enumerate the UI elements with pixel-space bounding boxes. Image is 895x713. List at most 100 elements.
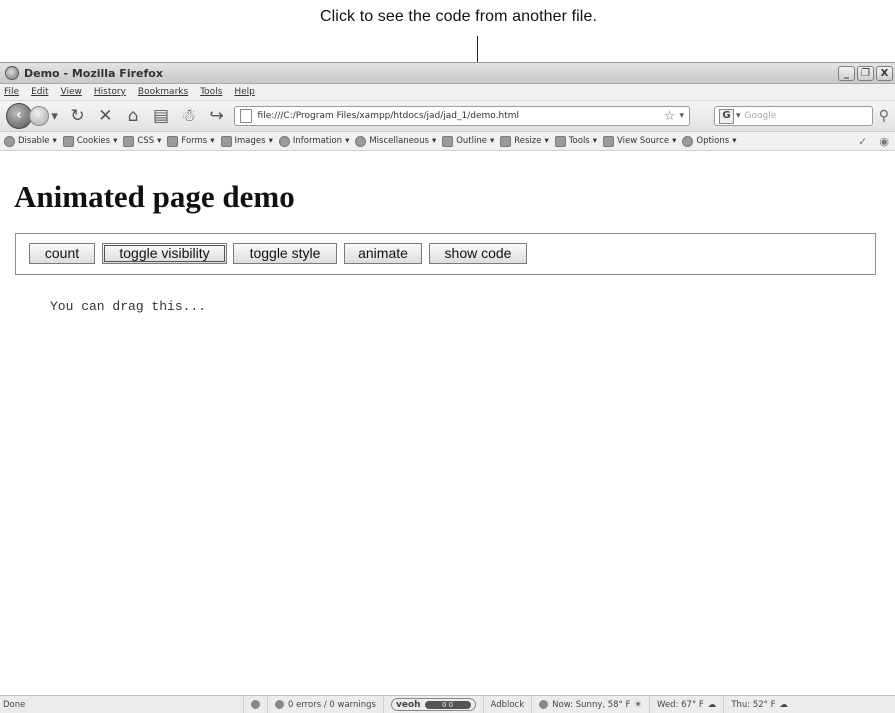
weather-wed-label: Wed: 67° F xyxy=(657,699,704,710)
weather-now-label: Now: Sunny, 58° F xyxy=(552,699,631,710)
outline-icon xyxy=(442,135,454,147)
view-source-icon xyxy=(603,135,615,147)
addon-icon[interactable]: ☃ xyxy=(178,106,200,126)
share-icon[interactable]: ↪ xyxy=(206,106,228,126)
weather-thu-label: Thu: 52° F xyxy=(731,699,776,710)
draggable-text[interactable]: You can drag this... xyxy=(50,299,206,314)
cloud-icon-2: ☁ xyxy=(779,699,789,710)
devbar-css-label: CSS xyxy=(137,136,155,146)
status-icon-tools[interactable] xyxy=(243,696,267,713)
veoh-counts: 0 0 xyxy=(424,700,471,709)
animate-button[interactable]: animate xyxy=(344,243,422,264)
title-bar: Demo - Mozilla Firefox _ ❐ X xyxy=(0,63,895,84)
cloud-icon: ☁ xyxy=(707,699,717,710)
minimize-button[interactable]: _ xyxy=(838,65,855,81)
menu-view[interactable]: View xyxy=(61,87,82,97)
devbar-resize[interactable]: Resize ▾ xyxy=(500,135,549,147)
menu-file[interactable]: File xyxy=(4,87,19,97)
devbar-information[interactable]: Information ▾ xyxy=(278,135,349,147)
home-icon[interactable]: ⌂ xyxy=(122,106,144,126)
annotation-callout: Click to see the code from another file. xyxy=(319,8,598,25)
url-text[interactable]: file:///C:/Program Files/xampp/htdocs/ja… xyxy=(258,111,664,121)
devbar-disable[interactable]: Disable ▾ xyxy=(4,135,57,147)
toggle-visibility-button[interactable]: toggle visibility xyxy=(102,243,227,264)
count-button[interactable]: count xyxy=(29,243,95,264)
window-controls: _ ❐ X xyxy=(838,65,893,81)
devbar-cookies[interactable]: Cookies ▾ xyxy=(62,135,117,147)
devbar-resize-label: Resize xyxy=(514,136,542,146)
sun-icon: ☀ xyxy=(634,699,643,710)
css-status-icon[interactable]: ◉ xyxy=(879,135,889,148)
status-errors[interactable]: 0 errors / 0 warnings xyxy=(267,696,383,713)
status-errors-label: 0 errors / 0 warnings xyxy=(288,699,376,710)
menu-help[interactable]: Help xyxy=(234,87,255,97)
status-bar: Done 0 errors / 0 warnings veoh 0 0 Adbl… xyxy=(0,695,895,713)
veoh-label: veoh xyxy=(395,699,421,710)
devbar-view-source[interactable]: View Source ▾ xyxy=(603,135,676,147)
page-icon xyxy=(239,109,252,123)
devbar-disable-label: Disable xyxy=(18,136,50,146)
status-veoh[interactable]: veoh 0 0 xyxy=(382,696,483,713)
firefox-icon xyxy=(5,66,19,80)
bookmark-star-icon[interactable]: ☆ xyxy=(664,109,676,124)
search-placeholder: Google xyxy=(744,111,777,121)
search-icon[interactable]: ⚲ xyxy=(879,108,889,124)
cookies-icon xyxy=(62,135,74,147)
veoh-widget[interactable]: veoh 0 0 xyxy=(390,698,476,711)
back-button[interactable]: ‹ xyxy=(6,103,32,129)
devbar-options[interactable]: Options ▾ xyxy=(682,135,736,147)
stop-icon[interactable]: ✕ xyxy=(94,106,116,126)
devbar-forms-label: Forms xyxy=(181,136,208,146)
css-icon xyxy=(123,135,135,147)
devbar-css[interactable]: CSS ▾ xyxy=(123,135,161,147)
toggle-style-button[interactable]: toggle style xyxy=(233,243,337,264)
history-dropdown-icon[interactable]: ▾ xyxy=(49,109,61,124)
restore-button[interactable]: ❐ xyxy=(857,65,874,81)
devbar-status-icons: ✓ ◉ xyxy=(858,135,889,148)
devbar-cookies-label: Cookies xyxy=(76,136,111,146)
devbar-view-source-label: View Source xyxy=(617,136,670,146)
status-weather-wed[interactable]: Wed: 67° F ☁ xyxy=(649,696,723,713)
reload-icon[interactable]: ↻ xyxy=(67,106,89,126)
url-dropdown-icon[interactable]: ▾ xyxy=(679,111,684,121)
images-icon xyxy=(220,135,232,147)
options-icon xyxy=(682,135,694,147)
weather-globe-icon xyxy=(539,700,549,709)
devbar-outline[interactable]: Outline ▾ xyxy=(442,135,494,147)
devbar-tools[interactable]: Tools ▾ xyxy=(554,135,597,147)
google-icon[interactable]: G xyxy=(718,108,734,124)
menu-edit[interactable]: Edit xyxy=(31,87,48,97)
navigation-toolbar: ‹ › ▾ ↻ ✕ ⌂ ▤ ☃ ↪ file:///C:/Program Fil… xyxy=(0,101,895,132)
show-code-button[interactable]: show code xyxy=(429,243,527,264)
devbar-images-label: Images xyxy=(234,136,266,146)
window-title: Demo - Mozilla Firefox xyxy=(24,66,163,80)
browser-window: Demo - Mozilla Firefox _ ❐ X File Edit V… xyxy=(0,62,895,713)
search-bar[interactable]: G ▾ Google xyxy=(713,106,873,126)
bookmark-page-icon[interactable]: ▤ xyxy=(150,106,172,126)
forms-icon xyxy=(167,135,179,147)
url-bar[interactable]: file:///C:/Program Files/xampp/htdocs/ja… xyxy=(233,106,690,126)
devbar-forms[interactable]: Forms ▾ xyxy=(167,135,215,147)
disable-icon xyxy=(4,135,15,147)
menu-bar: File Edit View History Bookmarks Tools H… xyxy=(0,84,895,101)
valid-check-icon[interactable]: ✓ xyxy=(858,135,867,148)
status-weather-thu[interactable]: Thu: 52° F ☁ xyxy=(723,696,795,713)
wrench-icon xyxy=(251,700,260,709)
miscellaneous-icon xyxy=(355,135,367,147)
status-weather-now[interactable]: Now: Sunny, 58° F ☀ xyxy=(531,696,649,713)
close-button[interactable]: X xyxy=(876,65,893,81)
page-heading: Animated page demo xyxy=(14,179,295,214)
status-text: Done xyxy=(3,699,26,710)
menu-bookmarks[interactable]: Bookmarks xyxy=(138,87,188,97)
tools-icon xyxy=(554,135,566,147)
menu-tools[interactable]: Tools xyxy=(200,87,222,97)
devbar-images[interactable]: Images ▾ xyxy=(220,135,273,147)
menu-history[interactable]: History xyxy=(94,87,126,97)
devbar-tools-label: Tools xyxy=(568,136,590,146)
status-adblock[interactable]: Adblock xyxy=(482,696,532,713)
search-engine-dropdown-icon[interactable]: ▾ xyxy=(736,111,741,121)
devbar-information-label: Information xyxy=(292,136,343,146)
devbar-miscellaneous[interactable]: Miscellaneous ▾ xyxy=(355,135,436,147)
error-console-icon xyxy=(275,700,284,709)
forward-button[interactable]: › xyxy=(28,106,49,126)
